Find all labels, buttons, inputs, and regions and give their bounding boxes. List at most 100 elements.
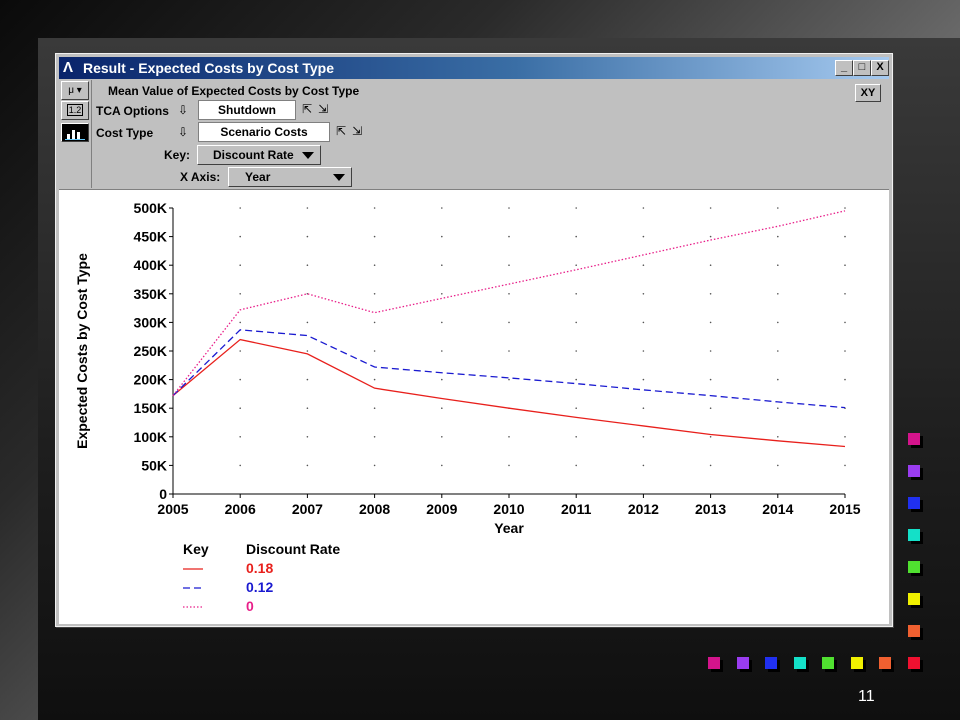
decor-square: [908, 593, 920, 605]
slide-number: 11: [858, 688, 875, 705]
grid-dot: [844, 207, 846, 209]
grid-dot: [642, 378, 645, 381]
grid-dot: [441, 464, 443, 467]
grid-dot: [306, 321, 309, 324]
grid-dot: [709, 321, 712, 324]
legend-entry: 0: [246, 598, 254, 614]
grid-dot: [575, 378, 577, 381]
grid-dot: [642, 321, 645, 324]
grid-dot: [844, 464, 846, 467]
title-bar[interactable]: Λ Result - Expected Costs by Cost Type _…: [59, 57, 889, 79]
x-tick-label: 2009: [426, 501, 457, 517]
grid-dot: [441, 436, 443, 438]
grid-dot: [575, 321, 577, 324]
mean-dropdown-button[interactable]: μ ▾: [61, 81, 89, 100]
grid-dot: [239, 436, 241, 438]
table-view-icon: 1.2: [66, 104, 84, 116]
down-arrow-icon[interactable]: ⇩: [178, 125, 188, 139]
decor-square: [908, 433, 920, 445]
grid-dot: [642, 207, 645, 209]
legend-entry: 0.12: [246, 579, 273, 595]
x-tick-label: 2007: [292, 501, 323, 517]
grid-dot: [239, 207, 241, 209]
pointer-alt-icon[interactable]: ⇲: [318, 102, 328, 116]
grid-dot: [239, 235, 241, 238]
analytica-logo-icon: Λ: [63, 59, 74, 76]
tca-options-label: TCA Options: [96, 104, 169, 118]
pointer-alt-icon[interactable]: ⇲: [352, 124, 362, 138]
key-label: Key:: [164, 148, 191, 162]
grid-dot: [441, 264, 443, 266]
cost-type-field[interactable]: Scenario Costs: [198, 122, 330, 142]
maximize-button[interactable]: □: [853, 60, 871, 76]
tca-options-field[interactable]: Shutdown: [198, 100, 296, 120]
y-tick-label: 100K: [134, 429, 167, 445]
graph-view-button[interactable]: [61, 123, 89, 142]
grid-dot: [508, 207, 510, 209]
grid-dot: [777, 321, 779, 324]
x-axis-dropdown-value: Year: [245, 170, 271, 184]
x-axis-dropdown[interactable]: Year: [228, 167, 352, 187]
y-tick-label: 250K: [134, 343, 167, 359]
grid-dot: [709, 207, 712, 209]
grid-dot: [777, 350, 779, 352]
down-arrow-icon[interactable]: ⇩: [178, 103, 188, 117]
series-line-0.18: [172, 338, 846, 448]
table-view-button[interactable]: 1.2: [61, 101, 89, 120]
grid-dot: [239, 464, 241, 467]
pointer-icon[interactable]: ⇱: [336, 124, 346, 138]
result-header: Mean Value of Expected Costs by Cost Typ…: [92, 80, 889, 188]
cost-type-label: Cost Type: [96, 126, 154, 140]
bar-chart-icon: [65, 130, 85, 140]
grid-dot: [508, 321, 510, 324]
grid-dot: [777, 464, 779, 467]
grid-dot: [306, 264, 309, 266]
decor-square: [907, 657, 920, 669]
grid-dot: [373, 378, 376, 381]
y-tick-label: 450K: [134, 229, 167, 245]
grid-dot: [508, 378, 510, 381]
grid-dot: [575, 407, 577, 409]
decor-square: [736, 657, 749, 669]
x-tick-label: 2010: [493, 501, 524, 517]
decor-square: [879, 657, 891, 669]
grid-dot: [709, 378, 712, 381]
grid-dot: [239, 321, 241, 324]
x-tick-label: 2013: [695, 501, 726, 517]
y-axis-label: Expected Costs by Cost Type: [74, 253, 90, 449]
grid-dot: [709, 464, 712, 467]
grid-dot: [777, 407, 779, 409]
grid-dot: [239, 350, 241, 352]
grid-dot: [239, 378, 241, 381]
minimize-button[interactable]: _: [835, 60, 853, 76]
series-line-0.12: [172, 329, 846, 409]
key-dropdown[interactable]: Discount Rate: [197, 145, 321, 165]
decor-square: [908, 497, 920, 509]
x-axis-label: X Axis:: [180, 170, 221, 184]
grid-dot: [373, 321, 376, 324]
close-button[interactable]: X: [871, 60, 889, 76]
decor-square: [822, 657, 834, 669]
grid-dot: [575, 264, 577, 266]
grid-dot: [575, 350, 577, 352]
grid-dot: [441, 407, 443, 409]
grid-dot: [441, 293, 443, 295]
grid-dot: [373, 436, 376, 438]
xy-button[interactable]: XY: [855, 84, 881, 102]
grid-dot: [777, 436, 779, 438]
graph-area: 0 50K 100K 150K 200K 250K 300K 350K 400K 450K 500K…: [59, 189, 889, 624]
grid-dot: [441, 207, 443, 209]
y-tick-label: 0: [159, 486, 167, 502]
window-title: Result - Expected Costs by Cost Type: [83, 60, 335, 76]
line-chart: 0 50K 100K 150K 200K 250K 300K 350K 400K 450K 500K…: [74, 200, 861, 614]
grid-dot: [777, 293, 779, 295]
grid-dot: [373, 407, 376, 409]
grid-dot: [239, 407, 241, 409]
grid-dot: [777, 378, 779, 381]
grid-dot: [709, 407, 712, 409]
grid-dot: [709, 293, 712, 295]
grid-dot: [508, 235, 510, 238]
grid-dot: [508, 464, 510, 467]
decor-square: [908, 561, 920, 573]
pointer-icon[interactable]: ⇱: [302, 102, 312, 116]
